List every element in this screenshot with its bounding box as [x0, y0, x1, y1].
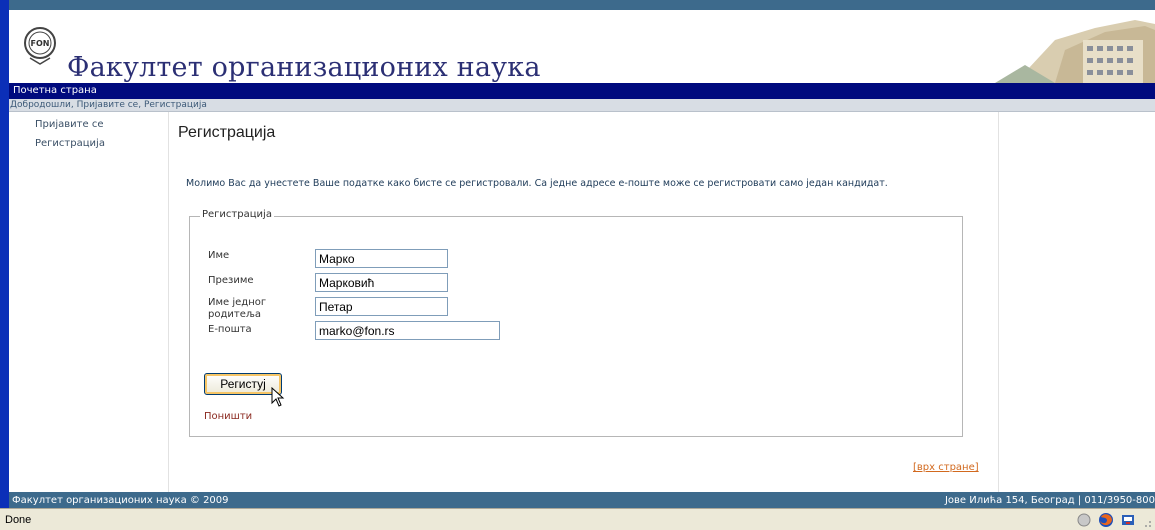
- last-name-label: Презиме: [208, 275, 254, 286]
- parent-name-input[interactable]: Петар: [315, 297, 448, 316]
- top-bar: [9, 0, 1155, 10]
- svg-text:FON: FON: [31, 39, 50, 48]
- browser-window: FON Факултет организационих наука Почетн…: [0, 0, 1155, 530]
- sidebar-item-login[interactable]: Пријавите се: [35, 119, 103, 130]
- window-border: [0, 0, 9, 530]
- right-column-divider: [998, 112, 999, 492]
- fieldset-legend: Регистрација: [200, 209, 274, 220]
- reset-link[interactable]: Поништи: [204, 411, 252, 422]
- intro-text: Молимо Вас да унестете Ваше податке како…: [186, 178, 888, 189]
- building-image: [995, 10, 1155, 83]
- footer-copyright: Факултет организационих наука © 2009: [12, 495, 229, 506]
- status-circle-icon: [1077, 513, 1091, 527]
- browser-status-bar: Done: [0, 508, 1155, 530]
- sidebar: Пријавите се Регистрација: [9, 112, 169, 492]
- resize-grip-icon[interactable]: [1140, 512, 1152, 528]
- breadcrumb: Добродошли, Пријавите се, Регистрација: [9, 99, 1155, 112]
- nav-home-link[interactable]: Почетна страна: [13, 85, 97, 96]
- registration-fieldset: [189, 216, 963, 437]
- footer: Факултет организационих наука © 2009 Јов…: [9, 492, 1155, 508]
- footer-address: Јове Илића 154, Београд | 011/3950-800: [944, 495, 1155, 506]
- first-name-label: Име: [208, 250, 230, 261]
- sidebar-item-registration[interactable]: Регистрација: [35, 138, 105, 149]
- email-input[interactable]: marko@fon.rs: [315, 321, 500, 340]
- email-label: Е-пошта: [208, 324, 252, 335]
- mouse-cursor-icon: [271, 387, 285, 407]
- addon-icon[interactable]: [1120, 512, 1136, 528]
- site-title: Факултет организационих наука: [67, 52, 541, 83]
- fon-logo-icon: FON: [24, 27, 56, 65]
- last-name-input[interactable]: Марковић: [315, 273, 448, 292]
- firefox-icon[interactable]: [1098, 512, 1114, 528]
- page-title: Регистрација: [178, 124, 276, 141]
- status-text: Done: [5, 514, 32, 526]
- site-header: FON Факултет организационих наука: [9, 10, 1155, 83]
- first-name-input[interactable]: Марко: [315, 249, 448, 268]
- breadcrumb-text: Добродошли, Пријавите се, Регистрација: [10, 100, 207, 110]
- parent-name-label: Име једног родитеља: [208, 297, 267, 320]
- back-to-top-link[interactable]: [врх стране]: [913, 462, 979, 473]
- nav-bar: Почетна страна: [9, 83, 1155, 99]
